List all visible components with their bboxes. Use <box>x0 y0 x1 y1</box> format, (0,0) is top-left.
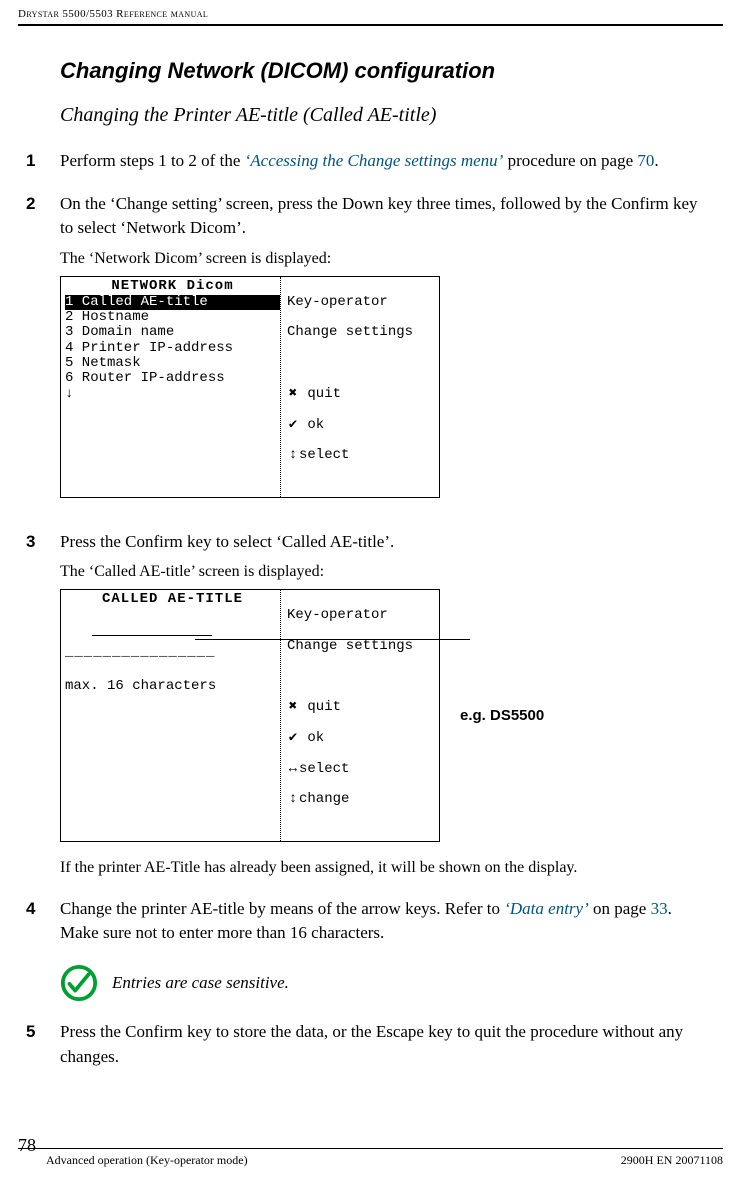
updown-icon: ↕ <box>287 792 299 807</box>
step-4-text-mid: on page <box>589 899 651 918</box>
x-icon: ✖ <box>287 700 299 715</box>
right-header-1: Key-operator <box>287 608 437 623</box>
step-1-text-mid: procedure on page <box>503 151 637 170</box>
step-4: 4 Change the printer AE-title by means o… <box>60 897 701 946</box>
screenshot-title: CALLED AE-TITLE <box>65 592 280 607</box>
callout-line <box>195 639 470 640</box>
link-accessing-change-settings[interactable]: ‘Accessing the Change settings menu’ <box>245 151 504 170</box>
header-rule <box>18 24 723 26</box>
section-subtitle: Changing the Printer AE-title (Called AE… <box>60 104 701 127</box>
footer-rule <box>18 1148 723 1149</box>
right-header-2: Change settings <box>287 639 437 654</box>
step-number: 1 <box>26 149 60 174</box>
example-label: e.g. DS5500 <box>460 705 544 727</box>
page-ref-33[interactable]: 33 <box>651 899 668 918</box>
footer-left: Advanced operation (Key-operator mode) <box>46 1153 248 1168</box>
footer-right: 2900H EN 20071108 <box>621 1153 723 1168</box>
menu-item-netmask[interactable]: 5 Netmask <box>65 356 280 371</box>
check-icon: ✔ <box>287 418 299 433</box>
section-title: Changing Network (DICOM) configuration <box>60 58 701 84</box>
step-number: 5 <box>26 1020 60 1069</box>
tip-text: Entries are case sensitive. <box>112 973 289 993</box>
step-3-note: If the printer AE-Title has already been… <box>60 856 701 879</box>
menu-item-hostname[interactable]: 2 Hostname <box>65 310 280 325</box>
ae-title-input-underline <box>92 635 212 636</box>
step-5: 5 Press the Confirm key to store the dat… <box>60 1020 701 1069</box>
right-header-2: Change settings <box>287 325 437 340</box>
menu-item-called-ae-title[interactable]: 1 Called AE-title <box>65 295 280 310</box>
scroll-down-indicator: ↓ <box>65 387 280 402</box>
hint-quit: quit <box>307 386 341 402</box>
updown-icon: ↕ <box>287 448 299 463</box>
step-2-text: On the ‘Change setting’ screen, press th… <box>60 192 701 241</box>
menu-item-domain-name[interactable]: 3 Domain name <box>65 325 280 340</box>
step-2: 2 On the ‘Change setting’ screen, press … <box>60 192 701 512</box>
step-3: 3 Press the Confirm key to select ‘Calle… <box>60 530 701 879</box>
page-ref-70[interactable]: 70 <box>637 151 654 170</box>
screenshot-network-dicom: NETWORK Dicom 1 Called AE-title 2 Hostna… <box>60 276 440 497</box>
step-3-text: Press the Confirm key to select ‘Called … <box>60 530 701 555</box>
leftright-icon: ↔ <box>287 762 299 777</box>
menu-item-printer-ip[interactable]: 4 Printer IP-address <box>65 341 280 356</box>
step-1: 1 Perform steps 1 to 2 of the ‘Accessing… <box>60 149 701 174</box>
hint-select: select <box>299 761 349 777</box>
step-1-text-post: . <box>654 151 658 170</box>
tip-row: Entries are case sensitive. <box>60 964 701 1002</box>
hint-select: select <box>299 447 349 463</box>
hint-ok: ok <box>307 730 324 746</box>
hint-change: change <box>299 791 349 807</box>
step-number: 4 <box>26 897 60 946</box>
step-5-text: Press the Confirm key to store the data,… <box>60 1020 701 1069</box>
max-chars-label: max. 16 characters <box>65 675 280 694</box>
link-data-entry[interactable]: ‘Data entry’ <box>504 899 589 918</box>
menu-item-router-ip[interactable]: 6 Router IP-address <box>65 371 280 386</box>
step-number: 3 <box>26 530 60 879</box>
check-icon: ✔ <box>287 731 299 746</box>
hint-ok: ok <box>307 417 324 433</box>
step-2-caption: The ‘Network Dicom’ screen is displayed: <box>60 247 701 270</box>
hint-quit: quit <box>307 699 341 715</box>
step-4-text-pre: Change the printer AE-title by means of … <box>60 899 504 918</box>
tip-check-icon <box>60 964 98 1002</box>
right-header-1: Key-operator <box>287 295 437 310</box>
step-3-caption: The ‘Called AE-title’ screen is displaye… <box>60 560 701 583</box>
step-1-text-pre: Perform steps 1 to 2 of the <box>60 151 245 170</box>
running-head: Drystar 5500/5503 Reference manual <box>18 8 208 20</box>
step-number: 2 <box>26 192 60 512</box>
ae-title-input[interactable]: ________________ <box>65 644 215 660</box>
screenshot-title: NETWORK Dicom <box>65 279 280 294</box>
x-icon: ✖ <box>287 387 299 402</box>
screenshot-called-ae-title: CALLED AE-TITLE ________________ max. 16… <box>60 589 440 841</box>
